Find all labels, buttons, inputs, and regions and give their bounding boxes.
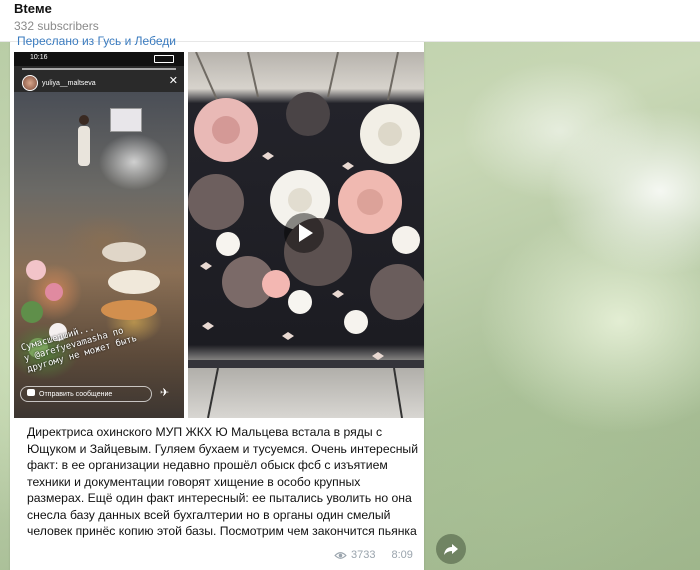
story-reply-placeholder: Отправить сообщение bbox=[39, 391, 113, 398]
story-user: yuliya__maltseva bbox=[22, 74, 96, 92]
message-meta: 3733 8:09 bbox=[334, 549, 413, 561]
story-time: 10:16 bbox=[30, 54, 48, 61]
channel-title[interactable]: Вteме bbox=[14, 1, 52, 16]
eye-icon bbox=[334, 551, 347, 559]
story-username: yuliya__maltseva bbox=[42, 79, 96, 87]
share-arrow-icon bbox=[444, 544, 458, 555]
story-progress-bar bbox=[22, 68, 176, 70]
close-icon: ✕ bbox=[168, 75, 178, 87]
camera-icon bbox=[27, 389, 35, 396]
send-icon: ✈ bbox=[160, 387, 170, 399]
message-text: Директриса охинского МУП ЖКХ Ю Мальцева … bbox=[27, 425, 419, 538]
story-presentation-screen bbox=[110, 108, 142, 132]
subscriber-count: 332 subscribers bbox=[14, 19, 99, 33]
video-flower-wall[interactable] bbox=[188, 52, 424, 418]
photo-story-screenshot[interactable]: 10:16 yuliya__maltseva ✕ Сумасшедший... … bbox=[14, 52, 184, 418]
story-person-figure bbox=[78, 115, 90, 166]
play-icon[interactable] bbox=[284, 213, 324, 253]
share-button[interactable] bbox=[436, 534, 466, 564]
story-avatar bbox=[22, 75, 38, 91]
battery-icon bbox=[154, 55, 174, 63]
forwarded-from-link[interactable]: Переслано из Гусь и Лебеди bbox=[17, 34, 176, 48]
story-status-bar: 10:16 bbox=[14, 52, 184, 66]
story-reply-field: Отправить сообщение bbox=[20, 386, 152, 402]
message-time: 8:09 bbox=[391, 549, 413, 561]
view-count: 3733 bbox=[351, 549, 376, 561]
